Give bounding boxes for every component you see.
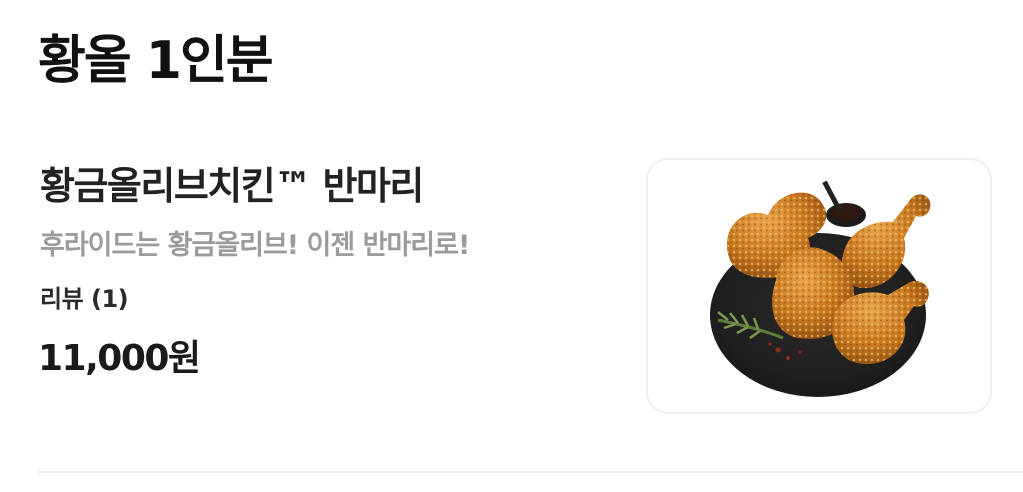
menu-item-card[interactable]: 황금올리브치킨™ 반마리 후라이드는 황금올리브! 이젠 반마리로! 리뷰 (1… <box>0 150 1023 430</box>
menu-item-name: 황금올리브치킨™ 반마리 <box>40 164 424 208</box>
menu-item-description: 후라이드는 황금올리브! 이젠 반마리로! <box>40 230 470 261</box>
fried-chicken-photo-icon <box>710 180 931 397</box>
menu-item-price: 11,000원 <box>38 338 201 379</box>
section-divider <box>38 471 1023 473</box>
menu-item-review-count: 리뷰 (1) <box>40 285 129 313</box>
section-title: 황올 1인분 <box>38 31 274 91</box>
menu-item-image <box>646 158 992 414</box>
